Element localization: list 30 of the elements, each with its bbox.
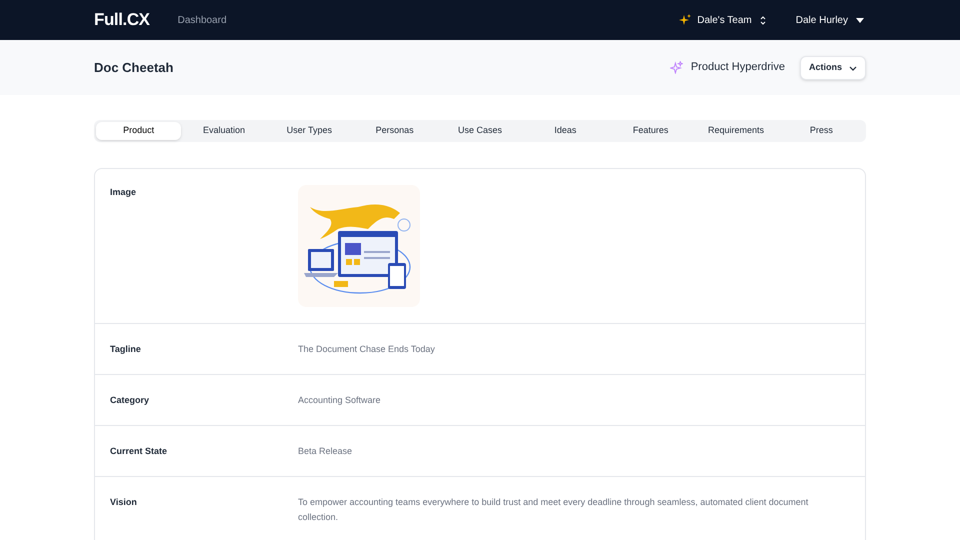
field-value: Beta Release <box>298 445 354 458</box>
up-down-chevron-icon <box>760 16 766 24</box>
logo[interactable]: Full.CX <box>94 7 150 33</box>
field-label: Current State <box>110 445 168 458</box>
sparkle-icon <box>670 61 683 74</box>
field-label: Tagline <box>110 343 142 356</box>
page-title: Doc Cheetah <box>94 58 174 77</box>
tab[interactable]: Evaluation <box>181 122 267 140</box>
team-switcher[interactable]: Dale's Team <box>697 12 766 28</box>
field-label: Image <box>110 186 138 199</box>
tab[interactable]: Use Cases <box>437 122 523 140</box>
tab[interactable]: Ideas <box>522 122 608 140</box>
tab[interactable]: Requirements <box>693 122 779 140</box>
chevron-down-icon <box>849 64 857 72</box>
dashboard-link[interactable]: Dashboard <box>178 12 227 28</box>
field-label: Vision <box>110 496 138 509</box>
field-label: Category <box>110 394 150 407</box>
field-value: To empower accounting teams everywhere to build trust and meet every deadline through seamless, automated client document collection. <box>298 496 810 524</box>
field-value: Accounting Software <box>298 394 382 407</box>
tab[interactable]: Press <box>778 122 864 140</box>
tab[interactable]: Features <box>608 122 694 140</box>
user-menu[interactable]: Dale Hurley <box>796 12 864 28</box>
tab[interactable]: Product <box>96 122 182 140</box>
caret-icon <box>856 18 864 22</box>
actions-button[interactable]: Actions <box>800 56 866 80</box>
product-hyperdrive-link[interactable]: Product Hyperdrive <box>690 59 785 76</box>
tab[interactable]: User Types <box>266 122 352 140</box>
tab[interactable]: Personas <box>352 122 438 140</box>
sparkle-icon <box>679 14 692 26</box>
field-value: The Document Chase Ends Today <box>298 343 436 356</box>
